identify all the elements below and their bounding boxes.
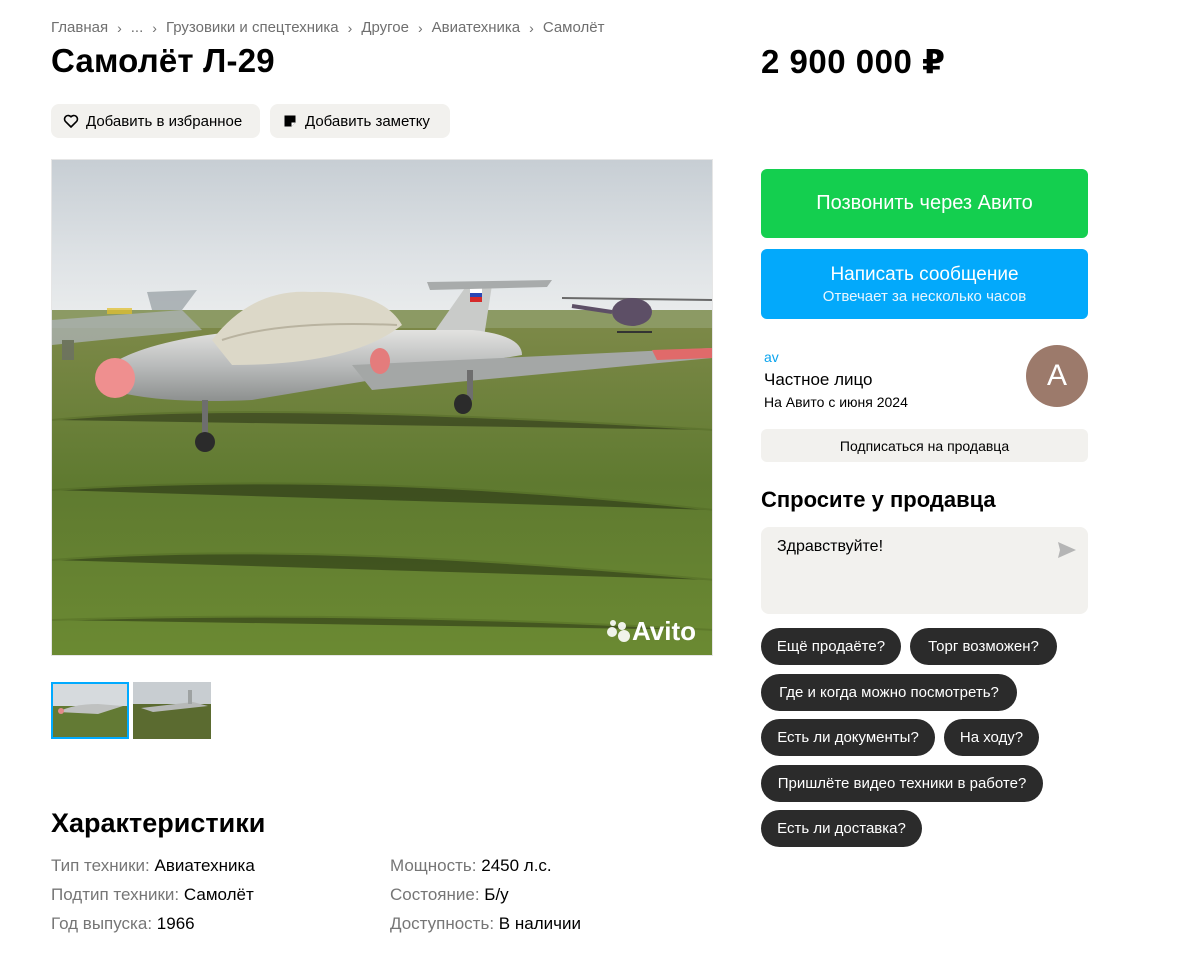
quick-question-chip[interactable]: На ходу? [944, 719, 1039, 756]
spec-label: Тип техники: [51, 856, 150, 875]
call-via-avito-button[interactable]: Позвонить через Авито [761, 169, 1088, 238]
spec-item: Тип техники: Авиатехника [51, 856, 255, 876]
spec-value: 1966 [156, 914, 195, 933]
chevron-right-icon: › [117, 19, 122, 36]
response-time-label: Отвечает за несколько часов [822, 287, 1027, 305]
spec-label: Доступность: [390, 914, 495, 933]
breadcrumb-home[interactable]: Главная [51, 19, 108, 36]
write-message-button[interactable]: Написать сообщение Отвечает за несколько… [761, 249, 1088, 319]
write-message-label: Написать сообщение [830, 263, 1019, 285]
spec-value: Авиатехника [154, 856, 255, 875]
breadcrumb-aviation[interactable]: Авиатехника [432, 19, 520, 36]
seller-type: Частное лицо [764, 370, 873, 389]
spec-label: Год выпуска: [51, 914, 153, 933]
breadcrumb-trucks[interactable]: Грузовики и спецтехника [166, 19, 339, 36]
spec-item: Год выпуска: 1966 [51, 914, 195, 934]
subscribe-to-seller-button[interactable]: Подписаться на продавца [761, 429, 1088, 462]
breadcrumb: Главная › ... › Грузовики и спецтехника … [51, 19, 604, 36]
quick-question-chip[interactable]: Есть ли доставка? [761, 810, 922, 847]
seller-since: На Авито с июня 2024 [764, 394, 908, 410]
quick-question-chip[interactable]: Ещё продаёте? [761, 628, 901, 665]
price: 2 900 000 ₽ [761, 43, 946, 80]
spec-label: Подтип техники: [51, 885, 180, 904]
spec-item: Мощность: 2450 л.с. [390, 856, 552, 876]
spec-label: Мощность: [390, 856, 477, 875]
message-input[interactable] [777, 538, 1037, 556]
quick-question-chip[interactable]: Где и когда можно посмотреть? [761, 674, 1017, 711]
heart-icon [63, 113, 79, 129]
spec-value: Б/у [484, 885, 509, 904]
photo-thumbnail-1[interactable] [51, 682, 129, 739]
add-to-favorites-button[interactable]: Добавить в избранное [51, 104, 260, 138]
avito-watermark: Avito [632, 616, 696, 646]
note-icon [282, 113, 298, 129]
main-photo[interactable]: Avito [51, 159, 713, 656]
quick-question-chip[interactable]: Есть ли документы? [761, 719, 935, 756]
spec-value: В наличии [498, 914, 581, 933]
spec-item: Состояние: Б/у [390, 885, 509, 905]
spec-label: Состояние: [390, 885, 480, 904]
specs-title: Характеристики [51, 808, 266, 838]
chevron-right-icon: › [417, 19, 423, 36]
quick-question-chip[interactable]: Торг возможен? [910, 628, 1057, 665]
send-icon[interactable] [1057, 541, 1077, 559]
page-title: Самолёт Л-29 [51, 42, 275, 79]
add-note-label: Добавить заметку [305, 112, 430, 130]
seller-name-link[interactable]: av [764, 349, 779, 365]
chevron-right-icon: › [152, 19, 157, 36]
spec-item: Подтип техники: Самолёт [51, 885, 254, 905]
breadcrumb-ellipsis[interactable]: ... [131, 19, 144, 36]
ask-seller-title: Спросите у продавца [761, 487, 996, 512]
add-note-button[interactable]: Добавить заметку [270, 104, 450, 138]
spec-value: 2450 л.с. [481, 856, 552, 875]
breadcrumb-airplane[interactable]: Самолёт [543, 19, 605, 36]
ask-message-box [761, 527, 1088, 614]
add-to-favorites-label: Добавить в избранное [86, 112, 243, 130]
chevron-right-icon: › [529, 19, 534, 36]
chevron-right-icon: › [347, 19, 353, 36]
avatar[interactable]: A [1026, 345, 1088, 407]
photo-thumbnail-2[interactable] [133, 682, 211, 739]
spec-item: Доступность: В наличии [390, 914, 581, 934]
spec-value: Самолёт [183, 885, 254, 904]
quick-question-chip[interactable]: Пришлёте видео техники в работе? [761, 765, 1043, 802]
breadcrumb-other[interactable]: Другое [361, 19, 409, 36]
